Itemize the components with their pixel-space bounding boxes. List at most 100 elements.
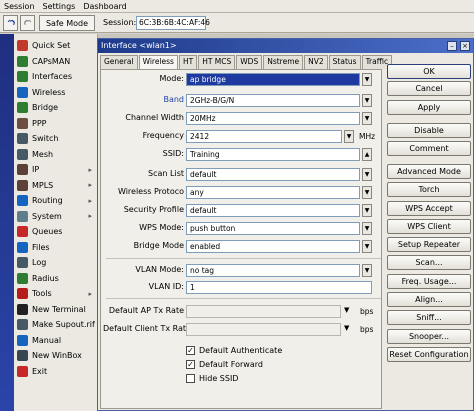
- sidebar-item-manual[interactable]: Manual: [14, 333, 98, 348]
- sidebar-item-interfaces[interactable]: Interfaces: [14, 69, 98, 84]
- tab-general[interactable]: General: [100, 55, 138, 69]
- menu-dashboard[interactable]: Dashboard: [79, 2, 130, 11]
- vlan-mode-select[interactable]: no tag: [186, 264, 360, 277]
- tab-wds[interactable]: WDS: [236, 55, 263, 69]
- vlan-mode-dropdown-arrow-icon[interactable]: ▼: [362, 264, 372, 277]
- safe-mode-button[interactable]: Safe Mode: [39, 15, 95, 31]
- torch-button[interactable]: Torch: [387, 182, 471, 197]
- sidebar-item-tools[interactable]: Tools ▸: [14, 286, 98, 301]
- undo-button[interactable]: [3, 15, 18, 31]
- scan-list-input[interactable]: default: [186, 168, 360, 181]
- scan-list-dropdown-arrow-icon[interactable]: ▼: [362, 168, 372, 181]
- default-client-tx-rate-arrow-icon[interactable]: ▼: [344, 324, 349, 332]
- tab-ht-mcs[interactable]: HT MCS: [198, 55, 236, 69]
- sidebar-item-log[interactable]: Log: [14, 255, 98, 270]
- sidebar-item-exit[interactable]: Exit: [14, 364, 98, 379]
- mode-label: Mode:: [159, 74, 185, 83]
- wireless-protocol-dropdown-arrow-icon[interactable]: ▼: [362, 186, 372, 199]
- disable-button[interactable]: Disable: [387, 123, 471, 138]
- sidebar-item-capsman[interactable]: CAPsMAN: [14, 54, 98, 69]
- band-select[interactable]: 2GHz-B/G/N: [186, 94, 360, 107]
- bridge-icon: [17, 102, 28, 113]
- sidebar-item-new-winbox[interactable]: New WinBox: [14, 348, 98, 363]
- redo-button[interactable]: [20, 15, 35, 31]
- default-forward-checkbox[interactable]: ✓: [186, 360, 195, 369]
- files-icon: [17, 241, 28, 253]
- comment-button[interactable]: Comment: [387, 141, 471, 156]
- sidebar-item-label: Exit: [32, 366, 48, 376]
- sidebar-item-ip[interactable]: IP ▸: [14, 162, 98, 177]
- sidebar-item-files[interactable]: Files: [14, 240, 98, 255]
- apply-button[interactable]: Apply: [387, 100, 471, 115]
- sidebar-item-label: Log: [32, 258, 47, 267]
- vlan-id-input[interactable]: 1: [186, 281, 372, 294]
- wps-client-button[interactable]: WPS Client: [387, 219, 471, 234]
- default-ap-tx-rate-unit: bps: [360, 307, 374, 316]
- setup-repeater-button[interactable]: Setup Repeater: [387, 237, 471, 252]
- scan-button[interactable]: Scan...: [387, 255, 471, 270]
- sidebar-item-label: Routing: [32, 196, 63, 205]
- sidebar-item-switch[interactable]: Switch: [14, 131, 98, 146]
- default-authenticate-checkbox[interactable]: ✓: [186, 346, 195, 355]
- sidebar-item-routing[interactable]: Routing ▸: [14, 193, 98, 208]
- sidebar-item-label: PPP: [32, 118, 47, 128]
- sidebar-item-queues[interactable]: Queues: [14, 224, 98, 239]
- cancel-button[interactable]: Cancel: [387, 81, 471, 96]
- ssid-input[interactable]: Training: [186, 148, 360, 161]
- tab-nstreme[interactable]: Nstreme: [263, 55, 304, 69]
- sidebar-item-mesh[interactable]: Mesh: [14, 147, 98, 162]
- minimize-icon[interactable]: –: [447, 41, 457, 51]
- sidebar-item-mpls[interactable]: MPLS ▸: [14, 178, 98, 193]
- sniff-button[interactable]: Sniff...: [387, 310, 471, 325]
- bridge-mode-select[interactable]: enabled: [186, 240, 360, 253]
- freq-usage-button[interactable]: Freq. Usage...: [387, 274, 471, 289]
- wps-accept-button[interactable]: WPS Accept: [387, 201, 471, 216]
- advanced-mode-button[interactable]: Advanced Mode: [387, 164, 471, 179]
- tab-nv2[interactable]: NV2: [304, 55, 328, 69]
- sidebar-item-radius[interactable]: Radius: [14, 271, 98, 286]
- security-profile-dropdown-arrow-icon[interactable]: ▼: [362, 204, 372, 217]
- default-authenticate-label: Default Authenticate: [199, 346, 283, 355]
- band-dropdown-arrow-icon[interactable]: ▼: [362, 94, 372, 107]
- tools-icon: [17, 288, 28, 299]
- mode-select[interactable]: ap bridge: [186, 73, 360, 86]
- tab-ht[interactable]: HT: [178, 55, 198, 69]
- sidebar-item-new-terminal[interactable]: New Terminal: [14, 302, 98, 317]
- sidebar-item-system[interactable]: System ▸: [14, 209, 98, 224]
- menu-session[interactable]: Session: [0, 2, 39, 11]
- sidebar-item-label: New Terminal: [32, 304, 86, 314]
- tab-wireless[interactable]: Wireless: [138, 55, 178, 70]
- default-ap-tx-rate-input[interactable]: [186, 305, 341, 318]
- session-field: 6C:3B:6B:4C:AF:46: [136, 16, 210, 30]
- ok-button[interactable]: OK: [387, 64, 471, 79]
- frequency-dropdown-arrow-icon[interactable]: ▼: [344, 130, 354, 143]
- interfaces-icon: [17, 71, 28, 82]
- ssid-collapse-arrow-icon[interactable]: ▲: [362, 148, 372, 161]
- wps-mode-dropdown-arrow-icon[interactable]: ▼: [362, 222, 372, 235]
- bridge-mode-dropdown-arrow-icon[interactable]: ▼: [362, 240, 372, 253]
- sidebar-item-wireless[interactable]: Wireless: [14, 85, 98, 100]
- sidebar-item-quick-set[interactable]: Quick Set: [14, 38, 98, 53]
- sidebar-item-bridge[interactable]: Bridge: [14, 100, 98, 115]
- sidebar-item-ppp[interactable]: PPP: [14, 116, 98, 131]
- security-profile-select[interactable]: default: [186, 204, 360, 217]
- menu-settings[interactable]: Settings: [39, 2, 80, 11]
- sidebar-item-make-supout-rif[interactable]: Make Supout.rif: [14, 317, 98, 332]
- frequency-select[interactable]: 2412: [186, 130, 342, 143]
- tab-bar: General Wireless HT HT MCS WDS Nstreme NV2 Stat…: [100, 55, 393, 70]
- close-icon[interactable]: ×: [460, 41, 470, 51]
- reset-configuration-button[interactable]: Reset Configuration: [387, 347, 471, 362]
- default-client-tx-rate-input[interactable]: [186, 323, 341, 336]
- hide-ssid-checkbox[interactable]: [186, 374, 195, 383]
- channel-width-select[interactable]: 20MHz: [186, 112, 360, 125]
- sidebar-item-label: System: [32, 211, 62, 221]
- window-title[interactable]: Interface <wlan1>: [98, 39, 473, 53]
- default-ap-tx-rate-arrow-icon[interactable]: ▼: [344, 306, 349, 314]
- snooper-button[interactable]: Snooper...: [387, 329, 471, 344]
- tab-status[interactable]: Status: [328, 55, 361, 69]
- align-button[interactable]: Align...: [387, 292, 471, 307]
- wireless-protocol-select[interactable]: any: [186, 186, 360, 199]
- channel-width-dropdown-arrow-icon[interactable]: ▼: [362, 112, 372, 125]
- mode-dropdown-arrow-icon[interactable]: ▼: [362, 73, 372, 86]
- wps-mode-select[interactable]: push button: [186, 222, 360, 235]
